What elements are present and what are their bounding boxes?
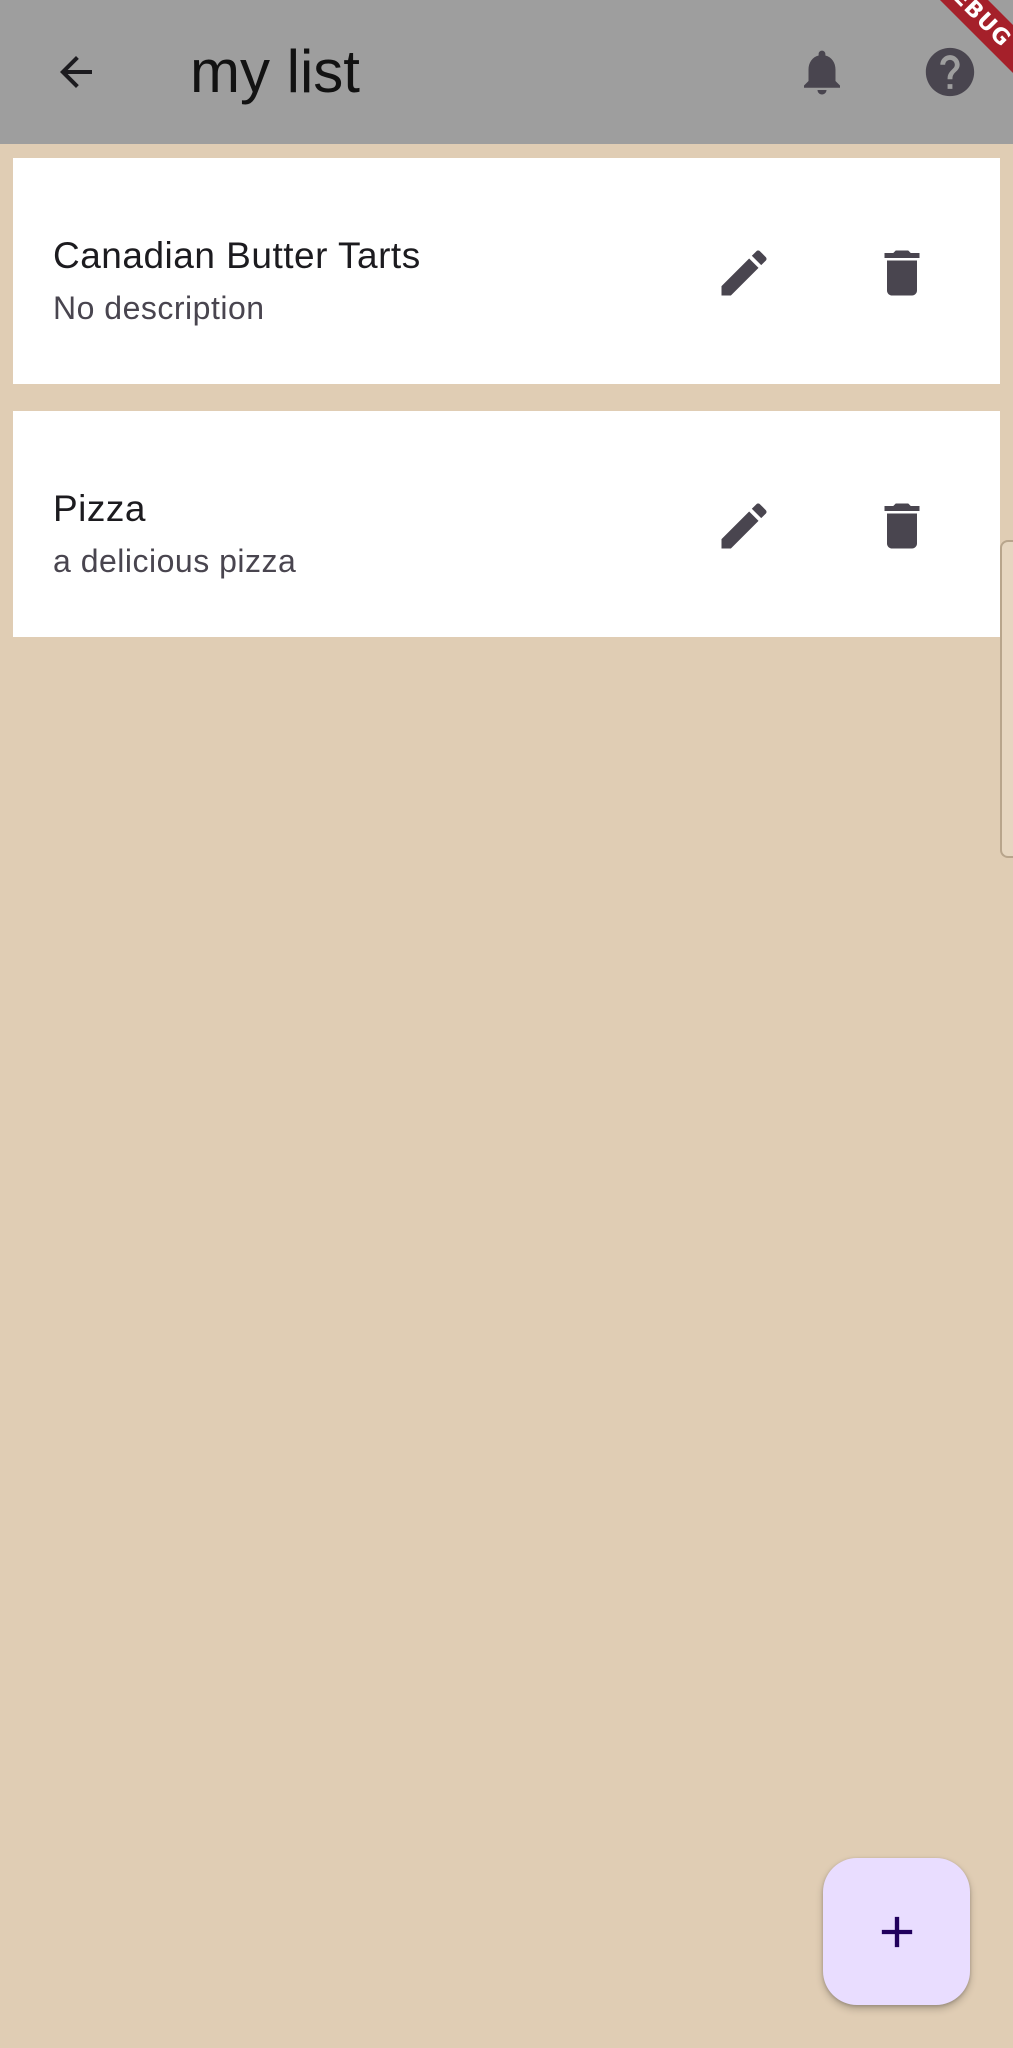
add-item-button[interactable] [823,1858,970,2005]
bell-icon [804,50,840,95]
trash-icon [884,250,920,296]
delete-button[interactable] [859,230,945,316]
item-list: Canadian Butter Tarts No description Piz… [13,158,1000,664]
notifications-button[interactable] [786,36,858,108]
edit-button[interactable] [701,483,787,569]
plus-icon [881,1916,912,1947]
help-circle-icon [925,47,975,97]
item-description: a delicious pizza [53,543,297,579]
pencil-icon [721,250,767,296]
pencil-icon [721,503,767,549]
item-title: Pizza [53,488,146,529]
list-item[interactable]: Canadian Butter Tarts No description [13,158,1000,384]
help-button[interactable] [914,36,986,108]
trash-icon [884,503,920,549]
app-bar: my list DEBUG [0,0,1013,144]
list-item[interactable]: Pizza a delicious pizza [13,411,1000,637]
item-description: No description [53,290,265,326]
delete-button[interactable] [859,483,945,569]
arrow-back-icon [60,56,92,88]
page-title: my list [190,38,360,105]
scrollbar[interactable] [1000,540,1013,858]
item-title: Canadian Butter Tarts [53,235,421,276]
back-button[interactable] [40,36,112,108]
edit-button[interactable] [701,230,787,316]
